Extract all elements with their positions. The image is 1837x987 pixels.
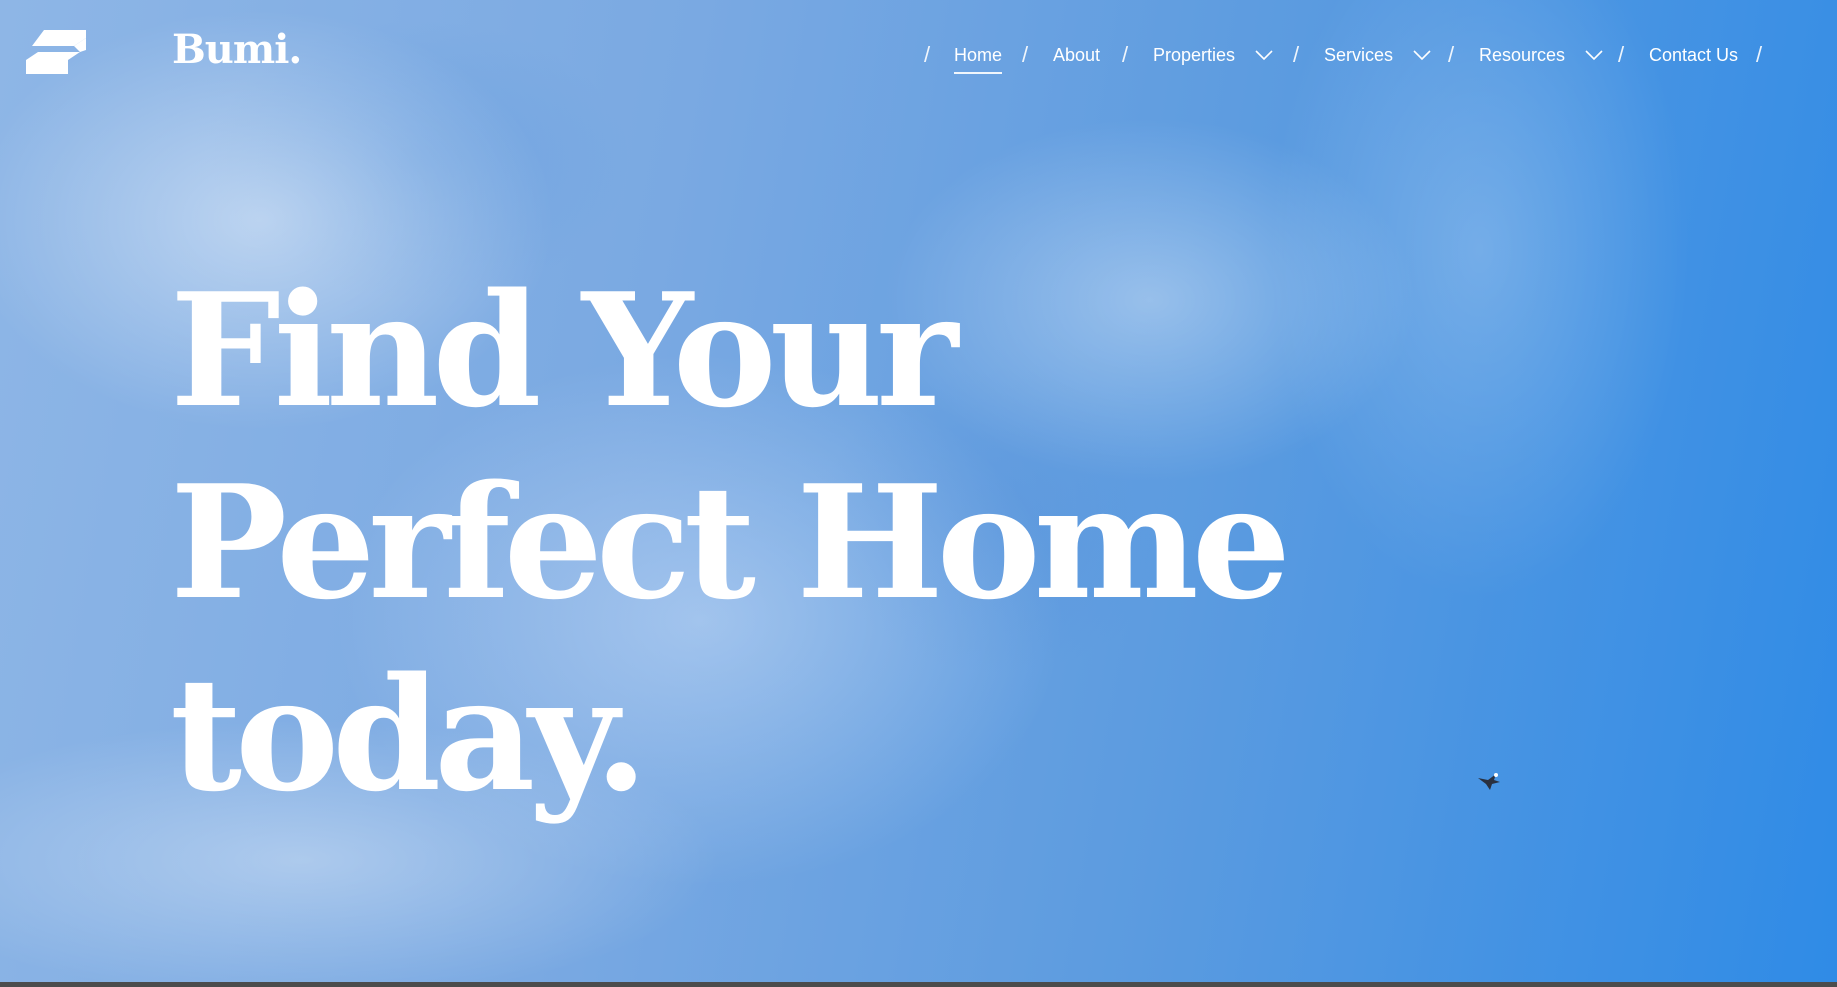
nav-item-services[interactable]: Services: [1324, 40, 1431, 70]
nav-item-label: Properties: [1153, 44, 1236, 65]
chevron-down-icon: [1585, 50, 1603, 61]
nav-item-label: Contact Us: [1649, 44, 1739, 65]
nav-item-about[interactable]: About: [1053, 40, 1100, 70]
nav-separator: /: [1618, 42, 1625, 67]
brand-name[interactable]: Bumi.: [172, 26, 302, 73]
window-bottom-border: [0, 982, 1837, 987]
nav-item-resources[interactable]: Resources: [1479, 40, 1603, 70]
nav-item-label: Resources: [1479, 44, 1566, 65]
chevron-down-icon: [1413, 50, 1431, 61]
nav-separator: /: [1448, 42, 1455, 67]
nav-item-properties[interactable]: Properties: [1153, 40, 1273, 70]
nav-item-label: Home: [954, 45, 1003, 74]
nav-separator: /: [924, 42, 931, 67]
nav-separator: /: [1022, 42, 1029, 67]
hero-line: Find Your: [170, 259, 958, 442]
hero-headline: Find Your Perfect Home today.: [170, 255, 1291, 831]
nav-separator: /: [1756, 42, 1763, 67]
chevron-down-icon: [1255, 50, 1273, 61]
nav-item-label: About: [1053, 44, 1101, 65]
site-header: Bumi. / Home / About / Properties / Serv…: [0, 0, 1837, 110]
bird-icon: [1478, 773, 1500, 790]
nav-item-contact-us[interactable]: Contact Us: [1649, 40, 1738, 70]
stacked-shape-logo-icon[interactable]: [24, 28, 88, 76]
nav-item-label: Services: [1324, 44, 1394, 65]
hero-line: today.: [170, 643, 648, 826]
nav-separator: /: [1293, 42, 1300, 67]
nav-item-home[interactable]: Home: [954, 40, 1003, 74]
hero-background: Bumi. / Home / About / Properties / Serv…: [0, 0, 1837, 982]
hero-line: Perfect Home: [170, 451, 1291, 634]
nav-separator: /: [1122, 42, 1129, 67]
